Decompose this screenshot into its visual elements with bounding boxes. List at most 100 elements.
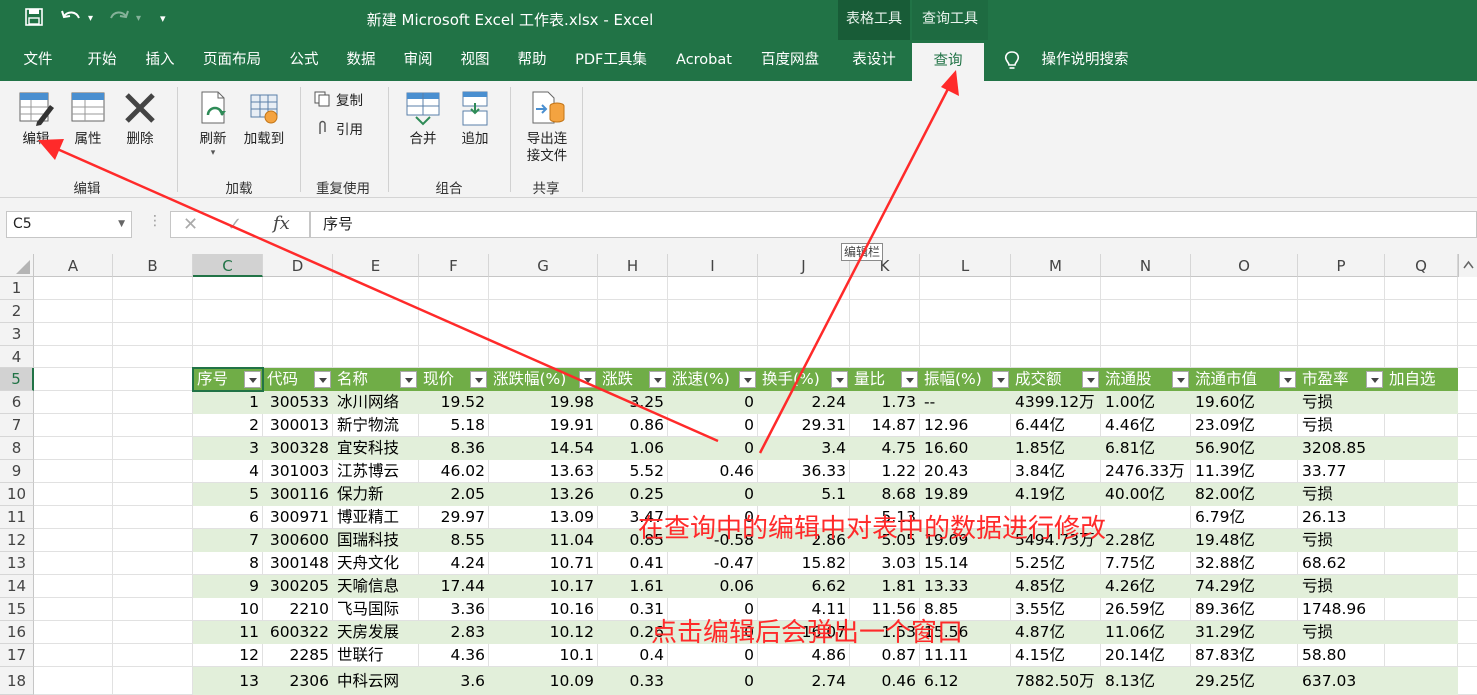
tab-baidu-netdisk[interactable]: 百度网盘 bbox=[752, 40, 828, 81]
table-cell[interactable]: 0 bbox=[668, 667, 758, 695]
table-cell[interactable]: -0.47 bbox=[668, 552, 758, 575]
table-cell[interactable] bbox=[1385, 483, 1458, 506]
table-cell[interactable]: 2306 bbox=[263, 667, 333, 695]
table-cell[interactable]: 17.44 bbox=[419, 575, 489, 598]
table-cell[interactable]: 0.33 bbox=[598, 667, 668, 695]
table-cell[interactable] bbox=[1385, 414, 1458, 437]
table-cell[interactable]: 亏损 bbox=[1298, 391, 1385, 414]
table-cell[interactable]: 23.09亿 bbox=[1191, 414, 1298, 437]
table-cell[interactable]: 3.55亿 bbox=[1011, 598, 1101, 621]
table-cell[interactable]: 58.80 bbox=[1298, 644, 1385, 667]
table-cell[interactable]: 31.29亿 bbox=[1191, 621, 1298, 644]
table-cell[interactable]: 13.09 bbox=[489, 506, 598, 529]
table-cell[interactable]: 40.00亿 bbox=[1101, 483, 1191, 506]
table-cell[interactable]: 2.05 bbox=[419, 483, 489, 506]
table-cell[interactable]: 1.22 bbox=[850, 460, 920, 483]
table-cell[interactable]: 19.89 bbox=[920, 483, 1011, 506]
table-cell[interactable]: 13.63 bbox=[489, 460, 598, 483]
cancel-icon[interactable]: ✕ bbox=[183, 214, 198, 235]
column-header[interactable]: A bbox=[34, 254, 113, 277]
filter-dropdown-icon[interactable] bbox=[314, 371, 331, 388]
table-cell[interactable]: 8.55 bbox=[419, 529, 489, 552]
table-cell[interactable]: 12 bbox=[193, 644, 263, 667]
table-cell[interactable] bbox=[1385, 621, 1458, 644]
table-cell[interactable]: 4.19亿 bbox=[1011, 483, 1101, 506]
table-cell[interactable]: 亏损 bbox=[1298, 483, 1385, 506]
row-header[interactable]: 12 bbox=[0, 529, 34, 552]
table-cell[interactable] bbox=[1385, 598, 1458, 621]
table-cell[interactable]: 29.97 bbox=[419, 506, 489, 529]
table-cell[interactable]: 2210 bbox=[263, 598, 333, 621]
row-header[interactable]: 6 bbox=[0, 391, 34, 414]
table-cell[interactable]: 4.85亿 bbox=[1011, 575, 1101, 598]
table-cell[interactable]: 亏损 bbox=[1298, 414, 1385, 437]
tell-me-search[interactable]: 操作说明搜索 bbox=[1030, 40, 1140, 81]
export-connection-file-button[interactable]: 导出连 接文件 bbox=[518, 89, 576, 165]
table-cell[interactable]: 1 bbox=[193, 391, 263, 414]
column-header[interactable]: L bbox=[920, 254, 1011, 277]
table-cell[interactable]: 10.12 bbox=[489, 621, 598, 644]
table-cell[interactable]: 飞马国际 bbox=[333, 598, 419, 621]
row-header[interactable]: 10 bbox=[0, 483, 34, 506]
table-cell[interactable] bbox=[1101, 506, 1191, 529]
edit-button[interactable]: 编辑 bbox=[14, 89, 58, 148]
table-cell[interactable]: 33.77 bbox=[1298, 460, 1385, 483]
tab-table-design[interactable]: 表设计 bbox=[838, 40, 910, 81]
name-box[interactable]: C5 ▼ bbox=[6, 211, 132, 238]
table-cell[interactable]: 10.1 bbox=[489, 644, 598, 667]
table-cell[interactable]: 0 bbox=[668, 437, 758, 460]
select-all-corner[interactable] bbox=[0, 254, 34, 277]
table-cell[interactable]: 6.62 bbox=[758, 575, 850, 598]
table-cell[interactable]: 0 bbox=[668, 483, 758, 506]
table-cell[interactable]: 11 bbox=[193, 621, 263, 644]
table-cell[interactable]: 8.68 bbox=[850, 483, 920, 506]
reference-button[interactable]: 引用 bbox=[314, 118, 363, 138]
table-cell[interactable]: 19.48亿 bbox=[1191, 529, 1298, 552]
table-cell[interactable]: 天喻信息 bbox=[333, 575, 419, 598]
table-cell[interactable]: 4.87亿 bbox=[1011, 621, 1101, 644]
table-cell[interactable]: 中科云网 bbox=[333, 667, 419, 695]
table-cell[interactable]: 1.81 bbox=[850, 575, 920, 598]
row-header[interactable]: 3 bbox=[0, 323, 34, 346]
table-cell[interactable]: 8 bbox=[193, 552, 263, 575]
table-cell[interactable]: 7.75亿 bbox=[1101, 552, 1191, 575]
table-cell[interactable]: 16.60 bbox=[920, 437, 1011, 460]
table-cell[interactable]: 29.31 bbox=[758, 414, 850, 437]
table-cell[interactable]: 600322 bbox=[263, 621, 333, 644]
tab-view[interactable]: 视图 bbox=[451, 40, 499, 81]
table-cell[interactable]: 87.83亿 bbox=[1191, 644, 1298, 667]
tab-data[interactable]: 数据 bbox=[337, 40, 385, 81]
refresh-dropdown-icon[interactable]: ▾ bbox=[190, 148, 236, 158]
table-cell[interactable]: 4.36 bbox=[419, 644, 489, 667]
table-cell[interactable]: 15.14 bbox=[920, 552, 1011, 575]
table-cell[interactable]: 2.74 bbox=[758, 667, 850, 695]
scrollbar-up-icon[interactable] bbox=[1458, 254, 1477, 277]
row-header[interactable]: 2 bbox=[0, 300, 34, 323]
table-cell[interactable]: 2.24 bbox=[758, 391, 850, 414]
table-cell[interactable]: 15.82 bbox=[758, 552, 850, 575]
table-cell[interactable]: 8.13亿 bbox=[1101, 667, 1191, 695]
table-cell[interactable]: 300533 bbox=[263, 391, 333, 414]
tab-formulas[interactable]: 公式 bbox=[280, 40, 328, 81]
table-cell[interactable]: 1.85亿 bbox=[1011, 437, 1101, 460]
table-cell[interactable]: -- bbox=[920, 391, 1011, 414]
table-cell[interactable]: 6.79亿 bbox=[1191, 506, 1298, 529]
table-cell[interactable]: 9 bbox=[193, 575, 263, 598]
filter-dropdown-icon[interactable] bbox=[1366, 371, 1383, 388]
filter-dropdown-icon[interactable] bbox=[470, 371, 487, 388]
table-cell[interactable]: 3.36 bbox=[419, 598, 489, 621]
table-cell[interactable]: 20.43 bbox=[920, 460, 1011, 483]
table-cell[interactable]: 天房发展 bbox=[333, 621, 419, 644]
table-cell[interactable]: 4399.12万 bbox=[1011, 391, 1101, 414]
table-cell[interactable]: 1748.96 bbox=[1298, 598, 1385, 621]
filter-dropdown-icon[interactable] bbox=[1172, 371, 1189, 388]
table-cell[interactable] bbox=[1385, 552, 1458, 575]
table-cell[interactable]: 3.6 bbox=[419, 667, 489, 695]
table-cell[interactable]: 4.24 bbox=[419, 552, 489, 575]
table-cell[interactable]: 32.88亿 bbox=[1191, 552, 1298, 575]
column-header[interactable]: P bbox=[1298, 254, 1385, 277]
table-cell[interactable]: 10.09 bbox=[489, 667, 598, 695]
name-box-dropdown-icon[interactable]: ▼ bbox=[118, 212, 125, 237]
column-header[interactable]: G bbox=[489, 254, 598, 277]
table-cell[interactable]: 8.36 bbox=[419, 437, 489, 460]
